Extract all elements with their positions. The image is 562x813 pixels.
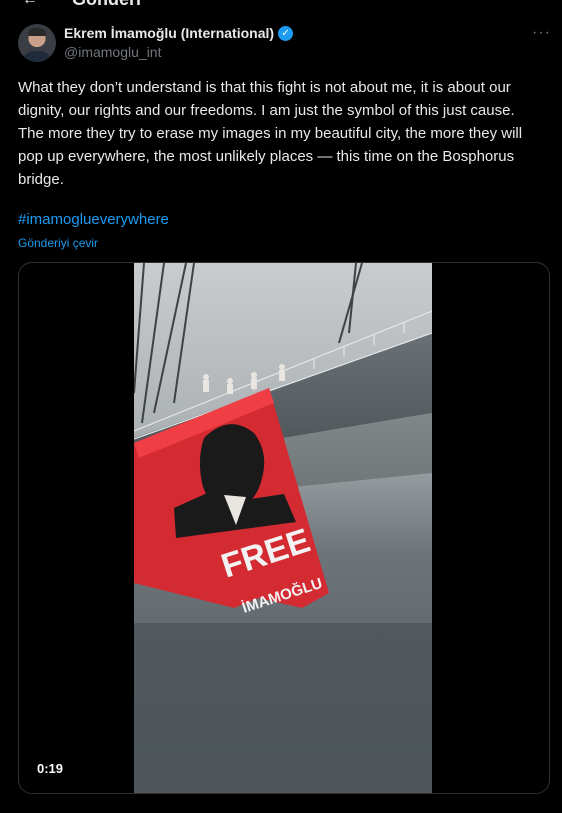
author-name-row: Ekrem İmamoğlu (International) ✓ (64, 25, 294, 41)
sea-background (134, 623, 432, 793)
author-handle[interactable]: @imamoglu_int (64, 44, 161, 60)
tweet-text: What they don’t understand is that this … (18, 79, 523, 188)
author-name[interactable]: Ekrem İmamoğlu (International) (64, 25, 274, 41)
page-title: Gönderi (72, 0, 141, 10)
video-player[interactable]: FREE İMAMOĞLU 0:19 (18, 262, 550, 794)
arrow-left-icon[interactable]: ← (22, 0, 38, 9)
top-bar: ← Gönderi (0, 0, 562, 10)
avatar-hair (28, 28, 46, 36)
verified-badge-icon: ✓ (278, 25, 294, 41)
avatar[interactable] (18, 24, 56, 62)
hashtag-link[interactable]: #imamoglueverywhere (18, 211, 169, 228)
avatar-suit (22, 51, 52, 62)
video-frame: FREE İMAMOĞLU (134, 263, 432, 793)
more-dots-icon[interactable]: ··· (532, 24, 551, 42)
translate-link[interactable]: Gönderiyi çevir (18, 236, 98, 250)
video-duration: 0:19 (29, 759, 72, 778)
